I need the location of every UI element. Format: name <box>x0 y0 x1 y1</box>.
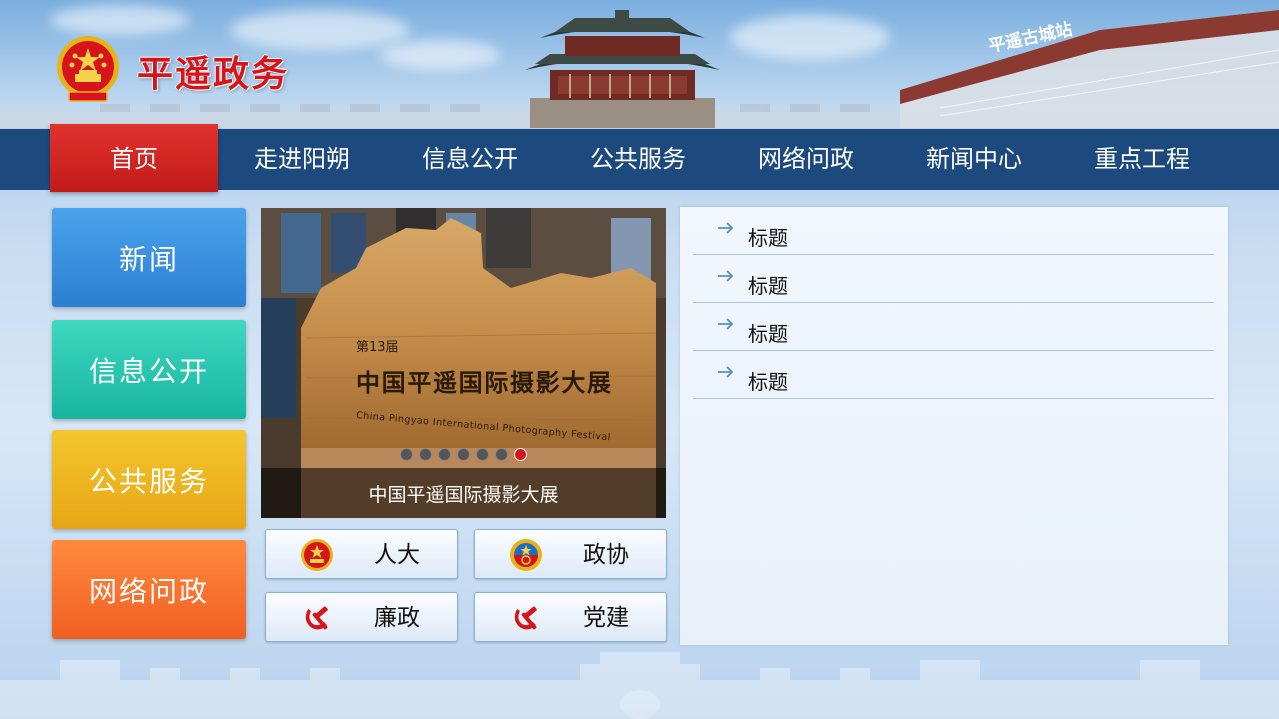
news-item[interactable]: 标题 <box>693 255 1214 303</box>
sign-title: 中国平遥国际摄影大展 <box>356 369 611 397</box>
lianzheng-label: 廉政 <box>374 605 420 631</box>
arrow-right-icon <box>718 222 734 234</box>
arrow-right-icon <box>718 270 734 282</box>
carousel-dot[interactable] <box>495 448 508 461</box>
tile-service[interactable]: 公共服务 <box>52 430 246 529</box>
national-emblem-icon <box>57 36 119 102</box>
nav-item-home[interactable]: 首页 <box>50 124 218 192</box>
tile-inquiry-label: 网络问政 <box>88 574 209 608</box>
news-title: 标题 <box>748 226 788 250</box>
tile-news[interactable]: 新闻 <box>52 208 246 307</box>
tile-info[interactable]: 信息公开 <box>52 320 246 419</box>
gatehouse-illustration <box>525 10 720 128</box>
dangjian-label: 党建 <box>583 605 629 631</box>
nav-item-info[interactable]: 信息公开 <box>386 129 554 190</box>
carousel-dot[interactable] <box>419 448 432 461</box>
nav-item-projects[interactable]: 重点工程 <box>1058 129 1226 190</box>
news-item[interactable]: 标题 <box>693 303 1214 351</box>
carousel-dot[interactable] <box>457 448 470 461</box>
station-illustration: 平遥古城站 <box>900 10 1279 128</box>
tile-news-label: 新闻 <box>118 242 179 276</box>
carousel-dot[interactable] <box>438 448 451 461</box>
dangjian-button[interactable]: 党建 <box>474 592 667 642</box>
party-emblem-icon <box>305 606 328 630</box>
site-title: 平遥政务 <box>137 54 290 95</box>
main-nav: 首页 走进阳朔 信息公开 公共服务 网络问政 新闻中心 重点工程 <box>0 124 1279 192</box>
tile-inquiry[interactable]: 网络问政 <box>52 540 246 639</box>
tile-service-label: 公共服务 <box>88 464 209 498</box>
photo-carousel[interactable]: 第13届 中国平遥国际摄影大展 China Pingyao Internatio… <box>261 208 666 518</box>
carousel-dot[interactable] <box>400 448 413 461</box>
carousel-dot[interactable] <box>514 448 527 461</box>
carousel-dots <box>261 448 666 461</box>
footer-wall-illustration <box>0 652 1279 719</box>
party-emblem-icon <box>514 606 537 630</box>
nav-item-about[interactable]: 走进阳朔 <box>218 129 386 190</box>
renda-label: 人大 <box>374 542 420 568</box>
carousel-caption: 中国平遥国际摄影大展 <box>261 468 666 518</box>
zhengxie-button[interactable]: 政协 <box>474 529 667 579</box>
arrow-right-icon <box>718 318 734 330</box>
zhengxie-label: 政协 <box>583 542 629 568</box>
national-emblem-icon <box>301 539 333 571</box>
news-panel: 标题 标题 标题 标题 <box>680 207 1228 645</box>
news-item[interactable]: 标题 <box>693 207 1214 255</box>
cppcc-emblem-icon <box>510 539 542 571</box>
nav-item-news[interactable]: 新闻中心 <box>890 129 1058 190</box>
nav-item-service[interactable]: 公共服务 <box>554 129 722 190</box>
arrow-right-icon <box>718 366 734 378</box>
news-title: 标题 <box>748 370 788 394</box>
news-title: 标题 <box>748 274 788 298</box>
nav-item-inquiry[interactable]: 网络问政 <box>722 129 890 190</box>
renda-button[interactable]: 人大 <box>265 529 458 579</box>
carousel-dot[interactable] <box>476 448 489 461</box>
header-banner: 平遥古城站 平遥政务 <box>0 0 1279 128</box>
news-item[interactable]: 标题 <box>693 351 1214 399</box>
news-title: 标题 <box>748 322 788 346</box>
tile-info-label: 信息公开 <box>88 354 209 388</box>
sign-edition: 第13届 <box>356 340 399 355</box>
lianzheng-button[interactable]: 廉政 <box>265 592 458 642</box>
